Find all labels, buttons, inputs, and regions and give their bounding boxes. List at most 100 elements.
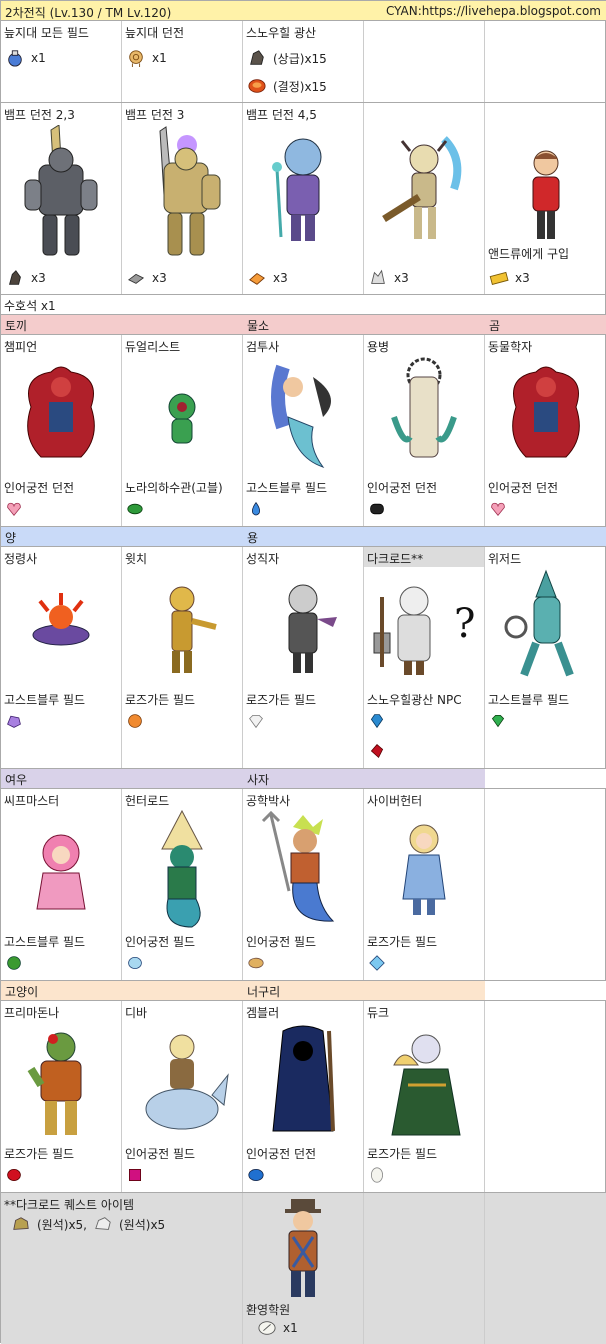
job-name: 용병 [367, 340, 390, 354]
group-lion: 사자 [243, 769, 485, 788]
group-band-3: 여우 사자 [1, 769, 606, 789]
job-cell-champion: 챔피언 인어궁전 던전 [1, 335, 122, 526]
potion-item: x1 [5, 49, 46, 67]
green-round-gem-icon [7, 956, 21, 970]
andrew-label: 앤드류에게 구입 [488, 247, 570, 261]
sapphire-gem-icon [370, 714, 384, 729]
job-name: 윗치 [125, 552, 148, 566]
tan-stone-icon [248, 957, 264, 969]
job-cell-engineer: 공학박사 인어궁전 필드 [243, 789, 364, 980]
ore-high-item: (상급)x15 [247, 49, 327, 67]
gem-item [368, 713, 386, 729]
vamp-item-3: x3 [247, 269, 288, 287]
ore-qty-1: (원석)x5, [37, 1217, 87, 1232]
ore-crystal-qty: (결정)x15 [273, 79, 327, 94]
dreamcatcher-qty: x1 [152, 51, 167, 65]
job-name: 위저드 [488, 552, 522, 566]
job-place: 고스트블루 필드 [4, 935, 86, 949]
potion-qty: x1 [31, 51, 46, 65]
dark-ore-icon [250, 50, 264, 65]
job-place: 노라의하수관(고블) [125, 481, 223, 495]
darklord-quest-note: **다크로드 퀘스트 아이템 [4, 1198, 135, 1212]
aqua-gem-icon [128, 957, 142, 969]
pink-heart-gem-icon [491, 502, 505, 517]
blue-dress-girl-sprite [402, 824, 446, 915]
cell-vamp-3: 뱀프 던전 4,5 x3 [243, 103, 364, 294]
ticket-icon [489, 271, 509, 285]
header-vamp-3: 뱀프 던전 3 [125, 108, 185, 122]
job-cell-thiefmaster: 씨프마스터 고스트블루 필드 [1, 789, 122, 980]
job-cell-duke: 듀크 로즈가든 필드 [364, 1001, 485, 1192]
job-place: 인어궁전 던전 [4, 481, 75, 495]
guardian-row: 수호석 x1 [1, 295, 606, 315]
cell-vamp-5: 앤드류에게 구입 x3 [485, 103, 606, 294]
academy-student-sprite [285, 1199, 321, 1297]
vamp-row: 뱀프 던전 2,3 x3 뱀프 던전 3 x3 뱀프 던전 4,5 x3 x3 … [1, 103, 606, 295]
orange-scroll-icon [249, 272, 265, 285]
vamp-item-1: x3 [5, 269, 46, 287]
gem-item [5, 501, 23, 517]
golden-elf-sprite [169, 586, 217, 673]
cell-vamp-1: 뱀프 던전 2,3 x3 [1, 103, 122, 294]
ore-crystal-item: (결정)x15 [247, 77, 327, 95]
blog-url[interactable]: CYAN:https://livehepa.blogspot.com [386, 4, 601, 18]
gem-item [247, 1167, 265, 1183]
footer-row: **다크로드 퀘스트 아이템 (원석)x5, (원석)x5 환영학원 x1 [1, 1193, 606, 1344]
job-place: 인어궁전 필드 [125, 1147, 196, 1161]
job-cell-zoologist: 동물학자 인어궁전 던전 [485, 335, 606, 526]
job-cell-mercenary: 용병 인어궁전 던전 [364, 335, 485, 526]
gold-knight-sprite [159, 126, 221, 256]
npc-qty: x1 [283, 1321, 298, 1335]
job-name: 검투사 [246, 340, 280, 354]
group-water-buffalo: 물소 [247, 319, 270, 333]
job-cell-gladiator: 검투사 고스트블루 필드 [243, 335, 364, 526]
white-crystal-icon [371, 269, 385, 284]
job-cell-elementalist: 정령사 고스트블루 필드 [1, 547, 122, 768]
job-cell-priest: 성직자 로즈가든 필드 [243, 547, 364, 768]
orange-gem-icon [128, 714, 142, 728]
andrew-npc-sprite [532, 150, 560, 239]
beast-warrior-sprite [27, 1032, 82, 1135]
gem-item [5, 955, 23, 971]
job-place: 인어궁전 필드 [246, 935, 317, 949]
ice-cube-gem-icon [369, 955, 385, 971]
green-goblin-sprite [168, 393, 196, 444]
job-name: 듀크 [367, 1006, 390, 1020]
cell-swamp-dungeon: 늪지대 던전 x1 [122, 21, 243, 102]
empty-cell [485, 1193, 606, 1344]
gem-item [368, 501, 386, 517]
potion-icon [8, 50, 22, 67]
group-sheep: 양 [5, 531, 17, 545]
gem-item [247, 955, 265, 971]
emerald-gem-icon [491, 715, 505, 728]
gem-item [247, 501, 265, 517]
feather-coin-icon [258, 1321, 276, 1335]
empty-cell [485, 769, 606, 788]
job-place: 인어궁전 필드 [125, 935, 196, 949]
job-name: 정령사 [4, 552, 38, 566]
job-name: 챔피언 [4, 340, 38, 354]
fire-spirit-sprite [32, 593, 90, 646]
job-name: 겜블러 [246, 1006, 280, 1020]
header-vamp-45: 뱀프 던전 4,5 [246, 108, 317, 122]
job-cell-cyberhunter: 사이버헌터 로즈가든 필드 [364, 789, 485, 980]
red-crab-warrior-sprite [27, 366, 95, 458]
jobs-row-2: 정령사 고스트블루 필드 윗치 로즈가든 필드 성직자 로즈가든 필드 다크로드… [1, 547, 606, 769]
vamp-qty-4: x3 [394, 271, 409, 285]
empty-cell [485, 1001, 606, 1192]
ore-qty-2: (원석)x5 [119, 1217, 166, 1232]
job-place: 로즈가든 필드 [125, 693, 196, 707]
header-vamp-23: 뱀프 던전 2,3 [4, 108, 75, 122]
empty-cell [364, 21, 485, 102]
cell-vamp-4: x3 [364, 103, 485, 294]
clown-mage-sprite [272, 138, 322, 241]
guardian-label: 수호석 x1 [4, 299, 56, 313]
trident-merman-sprite [261, 811, 335, 922]
armor-knight-sprite [24, 125, 98, 256]
job-cell-duelist: 듀얼리스트 노라의하수관(고블) [122, 335, 243, 526]
job-name: 헌터로드 [125, 794, 170, 808]
gem-item [489, 713, 507, 729]
vamp-qty-3: x3 [273, 271, 288, 285]
job-place: 고스트블루 필드 [4, 693, 86, 707]
header-swamp-field: 늪지대 모든 필드 [4, 26, 89, 40]
